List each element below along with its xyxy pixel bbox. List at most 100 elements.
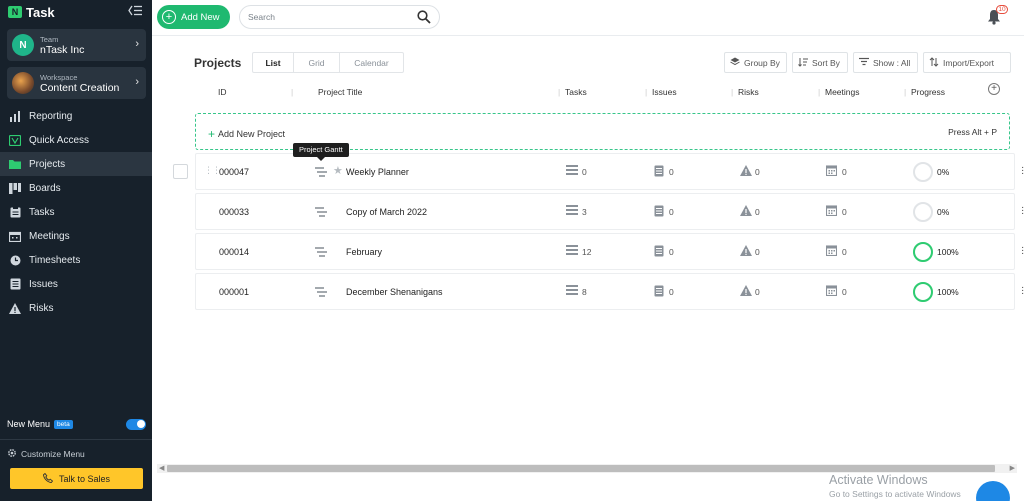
drag-handle-icon[interactable]: ⋮⋮ — [204, 165, 221, 176]
risks-count[interactable]: 0 — [755, 167, 760, 177]
workspace-switcher[interactable]: Workspace Content Creation › — [7, 67, 146, 99]
import-export-button[interactable]: Import/Export — [923, 52, 1011, 73]
scroll-left-icon[interactable]: ◀ — [159, 464, 164, 472]
issues-count[interactable]: 0 — [669, 287, 674, 297]
sidebar-item-meetings[interactable]: Meetings — [0, 224, 152, 248]
issues-count[interactable]: 0 — [669, 167, 674, 177]
tasks-count[interactable]: 0 — [582, 167, 587, 177]
new-menu-toggle[interactable] — [126, 418, 146, 430]
warning-icon — [740, 165, 752, 178]
scroll-right-icon[interactable]: ▶ — [1010, 464, 1015, 472]
risks-count[interactable]: 0 — [755, 247, 760, 257]
tasks-count[interactable]: 12 — [582, 247, 591, 257]
tasks-count[interactable]: 8 — [582, 287, 587, 297]
calendar-icon — [9, 230, 21, 242]
chevron-right-icon: › — [135, 76, 139, 88]
customize-menu-button[interactable]: Customize Menu — [7, 448, 85, 460]
tab-calendar[interactable]: Calendar — [340, 53, 403, 72]
sidebar-item-label: Timesheets — [29, 254, 81, 266]
project-title[interactable]: Weekly Planner — [346, 167, 409, 177]
tasks-count[interactable]: 3 — [582, 207, 587, 217]
team-name: nTask Inc — [40, 44, 85, 56]
gantt-icon[interactable] — [315, 207, 327, 219]
tab-grid[interactable]: Grid — [294, 53, 340, 72]
talk-to-sales-button[interactable]: Talk to Sales — [10, 468, 143, 489]
sort-by-button[interactable]: Sort By — [792, 52, 848, 73]
meetings-count[interactable]: 0 — [842, 167, 847, 177]
row-checkbox[interactable] — [173, 164, 188, 179]
watermark-title: Activate Windows — [829, 473, 928, 487]
page-title: Projects — [194, 56, 242, 70]
add-new-button[interactable]: + Add New — [157, 5, 230, 29]
collapse-menu-icon[interactable] — [127, 5, 143, 17]
column-header-meetings[interactable]: Meetings — [825, 87, 860, 97]
issues-count[interactable]: 0 — [669, 247, 674, 257]
add-column-icon[interactable]: + — [988, 83, 1000, 95]
risks-count[interactable]: 0 — [755, 207, 760, 217]
sidebar-item-label: Boards — [29, 182, 61, 194]
column-header-title[interactable]: Project Title — [318, 87, 362, 97]
search-icon[interactable] — [417, 10, 431, 26]
project-title[interactable]: February — [346, 247, 382, 257]
column-header-issues[interactable]: Issues — [652, 87, 677, 97]
windows-activation-watermark: Activate Windows Go to Settings to activ… — [829, 473, 961, 499]
filter-icon — [859, 57, 869, 68]
issues-icon — [654, 285, 664, 299]
team-avatar: N — [12, 34, 34, 56]
app-logo[interactable]: N Task — [8, 5, 55, 20]
search-input[interactable]: Search — [239, 5, 440, 29]
sidebar-item-risks[interactable]: Risks — [0, 296, 152, 320]
gantt-icon[interactable] — [315, 287, 327, 299]
column-header-id[interactable]: ID — [218, 87, 227, 97]
table-row[interactable]: 000033Copy of March 20223000 0%··· — [195, 193, 1024, 230]
meetings-count[interactable]: 0 — [842, 247, 847, 257]
table-row[interactable]: 000001December Shenanigans8000 100%··· — [195, 273, 1024, 310]
meetings-count[interactable]: 0 — [842, 287, 847, 297]
tab-list[interactable]: List — [253, 53, 294, 72]
warning-icon — [740, 205, 752, 218]
chat-icon[interactable] — [976, 481, 1010, 501]
list-icon — [566, 285, 578, 297]
group-by-button[interactable]: Group By — [724, 52, 787, 73]
progress-ring — [913, 162, 933, 182]
sidebar-item-reporting[interactable]: Reporting — [0, 104, 152, 128]
sidebar-item-label: Meetings — [29, 230, 70, 242]
horizontal-scrollbar[interactable]: ◀ ▶ — [157, 464, 1017, 473]
sort-by-label: Sort By — [812, 57, 840, 68]
table-row[interactable]: 000014February12000 100%··· — [195, 233, 1024, 270]
sidebar-item-timesheets[interactable]: Timesheets — [0, 248, 152, 272]
sidebar-item-quick-access[interactable]: Quick Access — [0, 128, 152, 152]
team-switcher[interactable]: N Team nTask Inc › — [7, 29, 146, 61]
import-export-icon — [929, 56, 939, 69]
column-divider: | — [645, 87, 648, 97]
column-divider: | — [558, 87, 561, 97]
gantt-icon[interactable] — [315, 167, 327, 179]
meetings-count[interactable]: 0 — [842, 207, 847, 217]
add-project-label: Add New Project — [218, 129, 286, 139]
plus-icon: + — [208, 127, 216, 141]
project-title[interactable]: Copy of March 2022 — [346, 207, 427, 217]
group-by-label: Group By — [744, 57, 780, 68]
list-icon — [566, 205, 578, 217]
sidebar-item-projects[interactable]: Projects — [0, 152, 152, 176]
talk-to-sales-label: Talk to Sales — [58, 473, 111, 484]
project-id: 000047 — [219, 167, 250, 177]
sidebar-item-issues[interactable]: Issues — [0, 272, 152, 296]
workspace-name: Content Creation — [40, 82, 120, 94]
project-title[interactable]: December Shenanigans — [346, 287, 443, 297]
progress-value: 0% — [937, 207, 950, 217]
sidebar-item-boards[interactable]: Boards — [0, 176, 152, 200]
scrollbar-thumb[interactable] — [167, 465, 995, 472]
column-divider: | — [731, 87, 734, 97]
risks-count[interactable]: 0 — [755, 287, 760, 297]
column-header-tasks[interactable]: Tasks — [565, 87, 587, 97]
timesheet-icon — [9, 254, 21, 266]
sidebar-item-tasks[interactable]: Tasks — [0, 200, 152, 224]
sidebar-item-label: Reporting — [29, 110, 73, 122]
gantt-icon[interactable] — [315, 247, 327, 259]
issues-count[interactable]: 0 — [669, 207, 674, 217]
show-filter-button[interactable]: Show : All — [853, 52, 918, 73]
column-header-risks[interactable]: Risks — [738, 87, 759, 97]
column-header-progress[interactable]: Progress — [911, 87, 945, 97]
star-icon[interactable]: ★ — [333, 164, 343, 177]
